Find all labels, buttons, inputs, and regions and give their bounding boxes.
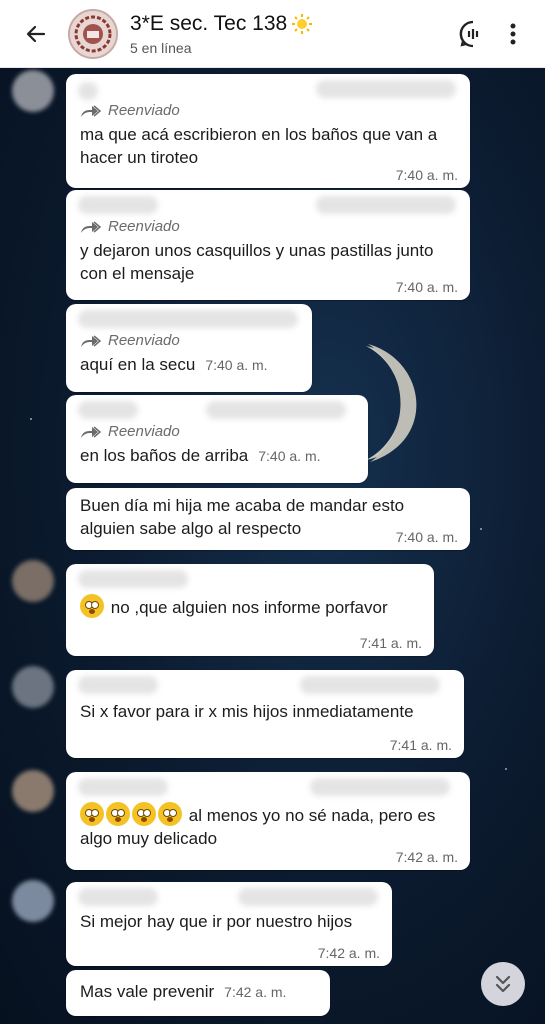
flushed-face-emoji-icon: [80, 802, 104, 826]
message-text: Mas vale prevenir 7:42 a. m.: [80, 980, 318, 1004]
sender-name-redacted: [78, 570, 188, 588]
message-text: ma que acá escribieron en los baños que …: [80, 125, 438, 167]
sender-avatar[interactable]: [12, 666, 54, 708]
background-star: [505, 768, 507, 770]
sender-phone-redacted: [206, 401, 346, 419]
sender-name-redacted: [78, 676, 158, 694]
chat-title-block[interactable]: 3*E sec. Tec 138 5 en línea: [130, 12, 453, 56]
message-bubble[interactable]: Si mejor hay que ir por nuestro hijos 7:…: [66, 882, 392, 966]
sender-avatar[interactable]: [12, 560, 54, 602]
message-time: 7:42 a. m.: [395, 849, 458, 865]
sender-phone-redacted: [316, 196, 456, 214]
message-time: 7:40 a. m.: [395, 167, 458, 183]
message-text-content: aquí en la secu: [80, 355, 196, 374]
more-options-icon[interactable]: [493, 14, 533, 54]
back-arrow-icon[interactable]: [14, 12, 58, 56]
sender-name-redacted: [78, 401, 138, 419]
sender-name-redacted: [78, 310, 298, 328]
forwarded-label: Reenviado: [80, 218, 458, 235]
message-bubble[interactable]: Reenviado en los baños de arriba 7:40 a. …: [66, 395, 368, 483]
forwarded-text: Reenviado: [108, 332, 180, 349]
forwarded-text: Reenviado: [108, 423, 180, 440]
flushed-face-emoji-icon: [106, 802, 130, 826]
message-time: 7:40 a. m.: [395, 529, 458, 545]
message-bubble[interactable]: al menos yo no sé nada, pero es algo muy…: [66, 772, 470, 870]
double-chevron-down-icon: [495, 975, 511, 993]
scroll-to-bottom-button[interactable]: [481, 962, 525, 1006]
sender-name-redacted: [78, 888, 158, 906]
message-text: al menos yo no sé nada, pero es algo muy…: [80, 802, 458, 850]
sender-name-redacted: [78, 82, 98, 100]
sender-avatar[interactable]: [12, 880, 54, 922]
school-logo-icon: [74, 15, 112, 52]
message-bubble[interactable]: Si x favor para ir x mis hijos inmediata…: [66, 670, 464, 758]
message-time: 7:40 a. m.: [205, 357, 268, 373]
message-text: aquí en la secu 7:40 a. m.: [80, 353, 300, 377]
chat-header: 3*E sec. Tec 138 5 en línea: [0, 0, 545, 68]
message-text: Si mejor hay que ir por nuestro hijos: [80, 912, 353, 931]
forward-icon: [81, 220, 102, 233]
sender-name-redacted: [78, 196, 158, 214]
message-bubble[interactable]: no ,que alguien nos informe porfavor 7:4…: [66, 564, 434, 656]
online-count: 5 en línea: [130, 39, 192, 56]
forwarded-label: Reenviado: [80, 423, 356, 440]
forwarded-text: Reenviado: [108, 218, 180, 235]
sender-phone-redacted: [300, 676, 440, 694]
forward-icon: [81, 334, 102, 347]
forwarded-label: Reenviado: [80, 332, 300, 349]
message-time: 7:40 a. m.: [258, 448, 321, 464]
message-time: 7:41 a. m.: [359, 635, 422, 651]
message-bubble[interactable]: Reenviado ma que acá escribieron en los …: [66, 74, 470, 188]
chat-title: 3*E sec. Tec 138: [130, 12, 453, 36]
message-text-content: en los baños de arriba: [80, 446, 249, 465]
message-time: 7:41 a. m.: [389, 737, 452, 753]
group-avatar[interactable]: [68, 8, 118, 59]
message-text-content: Mas vale prevenir: [80, 982, 215, 1001]
message-bubble[interactable]: Reenviado aquí en la secu 7:40 a. m.: [66, 304, 312, 392]
voice-chat-icon[interactable]: [453, 14, 493, 54]
chat-area[interactable]: Reenviado ma que acá escribieron en los …: [0, 68, 545, 1024]
message-text: Buen día mi hija me acaba de mandar esto…: [80, 496, 405, 538]
sender-avatar[interactable]: [12, 70, 54, 112]
flushed-face-emoji-icon: [132, 802, 156, 826]
sender-avatar[interactable]: [12, 770, 54, 812]
message-text: no ,que alguien nos informe porfavor: [80, 594, 422, 619]
background-star: [480, 528, 482, 530]
flushed-face-emoji-icon: [80, 594, 104, 618]
message-bubble[interactable]: Buen día mi hija me acaba de mandar esto…: [66, 488, 470, 550]
message-time: 7:42 a. m.: [317, 945, 380, 961]
flushed-face-emoji-icon: [158, 802, 182, 826]
message-time: 7:42 a. m.: [224, 984, 287, 1000]
forward-icon: [81, 104, 102, 117]
sun-emoji-icon: [292, 13, 313, 34]
chat-title-text: 3*E sec. Tec 138: [130, 11, 288, 35]
message-bubble[interactable]: Mas vale prevenir 7:42 a. m.: [66, 970, 330, 1016]
background-star: [30, 418, 32, 420]
forwarded-label: Reenviado: [80, 102, 458, 119]
sender-phone-redacted: [238, 888, 378, 906]
sender-phone-redacted: [310, 778, 450, 796]
message-text-content: no ,que alguien nos informe porfavor: [110, 598, 388, 617]
message-text: Si x favor para ir x mis hijos inmediata…: [80, 702, 414, 721]
sender-phone-redacted: [316, 80, 456, 98]
forward-icon: [81, 425, 102, 438]
sender-name-redacted: [78, 778, 168, 796]
message-text: en los baños de arriba 7:40 a. m.: [80, 444, 356, 468]
message-bubble[interactable]: Reenviado y dejaron unos casquillos y un…: [66, 190, 470, 300]
message-time: 7:40 a. m.: [395, 279, 458, 295]
forwarded-text: Reenviado: [108, 102, 180, 119]
